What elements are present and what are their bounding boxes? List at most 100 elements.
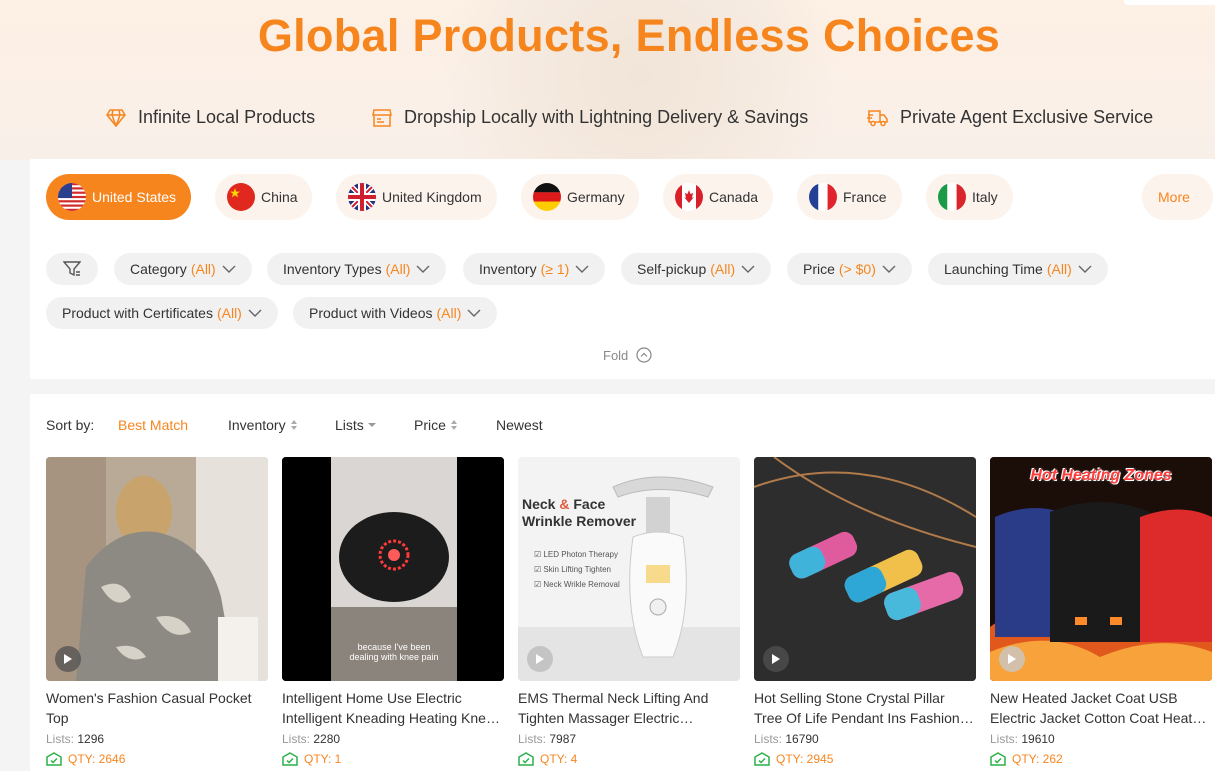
filter-category[interactable]: Category (All) — [114, 253, 252, 285]
product-image[interactable]: Neck & Face Wrinkle Remover ☑ LED Photon… — [518, 457, 740, 681]
sort-lists[interactable]: Lists — [335, 417, 376, 433]
product-title[interactable]: Women's Fashion Casual Pocket Top — [46, 688, 268, 728]
filter-inventory-types[interactable]: Inventory Types (All) — [267, 253, 447, 285]
product-card[interactable]: because I've been dealing with knee pain… — [282, 457, 504, 766]
filter-label: Product with Certificates — [62, 305, 213, 321]
sort-arrows-icon — [290, 420, 297, 430]
filter-icon — [63, 261, 81, 277]
lists-label: Lists: — [46, 732, 75, 746]
play-icon[interactable] — [763, 646, 789, 672]
filter-videos[interactable]: Product with Videos (All) — [293, 297, 498, 329]
corner-box — [1124, 0, 1215, 5]
feature-label: Dropship Locally with Lightning Delivery… — [404, 107, 809, 127]
country-tab-united-states[interactable]: United States — [46, 174, 191, 220]
filter-label: Self-pickup — [637, 261, 707, 277]
filter-launching-time[interactable]: Launching Time (All) — [928, 253, 1108, 285]
product-title[interactable]: EMS Thermal Neck Lifting And Tighten Mas… — [518, 688, 740, 728]
product-qty: QTY: 262 — [990, 752, 1212, 766]
warehouse-check-icon — [518, 752, 534, 766]
bullet-item: ☑ Neck Wrikle Removal — [534, 580, 620, 589]
filter-label: Inventory Types — [283, 261, 382, 277]
fold-label: Fold — [603, 347, 629, 363]
sort-price[interactable]: Price — [414, 417, 458, 433]
image-headline: Neck & Face Wrinkle Remover — [522, 496, 636, 530]
fold-button[interactable]: Fold — [603, 347, 652, 363]
chevron-up-circle-icon — [636, 347, 652, 363]
qty-text: QTY: 262 — [1012, 752, 1063, 766]
sort-newest[interactable]: Newest — [496, 417, 543, 433]
chevron-down-icon — [222, 265, 236, 273]
filter-self-pickup[interactable]: Self-pickup (All) — [621, 253, 772, 285]
country-tab-france[interactable]: France — [797, 174, 902, 220]
warehouse-check-icon — [990, 752, 1006, 766]
chevron-down-icon — [467, 309, 481, 317]
canada-flag-icon — [675, 183, 703, 211]
product-title[interactable]: Hot Selling Stone Crystal Pillar Tree Of… — [754, 688, 976, 728]
product-image[interactable]: Hot Heating Zones — [990, 457, 1212, 681]
country-label: United Kingdom — [382, 189, 482, 205]
chevron-down-icon — [1078, 265, 1092, 273]
filter-label: Inventory — [479, 261, 537, 277]
bullet-text: Neck Wrikle Removal — [543, 580, 620, 589]
filter-toggle-button[interactable] — [46, 253, 98, 285]
lists-count: 2280 — [313, 732, 341, 746]
filter-price[interactable]: Price (> $0) — [787, 253, 912, 285]
image-banner: Hot Heating Zones — [1030, 467, 1172, 484]
filter-inventory[interactable]: Inventory (≥ 1) — [463, 253, 606, 285]
bullet-item: ☑ Skin Lifting Tighten — [534, 565, 612, 574]
headline-line: Wrinkle Remover — [522, 513, 637, 529]
more-label: More — [1158, 189, 1190, 205]
filter-certificates[interactable]: Product with Certificates (All) — [46, 297, 278, 329]
chevron-down-icon — [416, 265, 430, 273]
product-card[interactable]: Women's Fashion Casual Pocket Top Lists:… — [46, 457, 268, 766]
country-tab-china[interactable]: China — [215, 174, 312, 220]
filter-label: Launching Time — [944, 261, 1043, 277]
caret-down-icon — [367, 423, 376, 427]
chevron-down-icon — [882, 265, 896, 273]
feature-dropship: Dropship Locally with Lightning Delivery… — [372, 107, 808, 128]
sort-inventory[interactable]: Inventory — [228, 417, 298, 433]
video-caption: because I've been dealing with knee pain — [349, 642, 439, 662]
play-icon[interactable] — [55, 646, 81, 672]
filter-label: Category — [130, 261, 187, 277]
filter-value: (All) — [436, 305, 462, 321]
product-image[interactable]: because I've been dealing with knee pain — [282, 457, 504, 681]
product-card[interactable]: Hot Heating Zones New Heated Jacket Coat… — [990, 457, 1212, 766]
country-tab-italy[interactable]: Italy — [926, 174, 1013, 220]
feature-local-products: Infinite Local Products — [106, 107, 315, 128]
play-icon[interactable] — [527, 646, 553, 672]
product-card[interactable]: Neck & Face Wrinkle Remover ☑ LED Photon… — [518, 457, 740, 766]
country-label: Italy — [972, 189, 998, 205]
country-tab-germany[interactable]: Germany — [521, 174, 639, 220]
filter-panel: United States China United Kingdom Germa… — [30, 159, 1215, 379]
product-lists: Lists: 7987 — [518, 732, 740, 746]
feature-label: Private Agent Exclusive Service — [900, 107, 1154, 127]
filter-value: (All) — [385, 261, 411, 277]
play-icon[interactable] — [999, 646, 1025, 672]
filter-value: (> $0) — [838, 261, 876, 277]
product-qty: QTY: 2646 — [46, 752, 268, 766]
feature-label: Infinite Local Products — [138, 107, 316, 127]
country-tab-canada[interactable]: Canada — [663, 174, 773, 220]
country-tab-united-kingdom[interactable]: United Kingdom — [336, 174, 497, 220]
product-lists: Lists: 16790 — [754, 732, 976, 746]
sort-best-match[interactable]: Best Match — [118, 417, 188, 433]
product-image[interactable] — [46, 457, 268, 681]
product-image[interactable] — [754, 457, 976, 681]
product-title[interactable]: Intelligent Home Use Electric Intelligen… — [282, 688, 504, 728]
chevron-down-icon — [575, 265, 589, 273]
product-list-panel: Sort by: Best Match Inventory Lists Pric… — [30, 394, 1215, 771]
product-card[interactable]: Hot Selling Stone Crystal Pillar Tree Of… — [754, 457, 976, 766]
filter-label: Product with Videos — [309, 305, 433, 321]
feature-private-agent: Private Agent Exclusive Service — [866, 107, 1153, 128]
product-title[interactable]: New Heated Jacket Coat USB Electric Jack… — [990, 688, 1212, 728]
warehouse-check-icon — [282, 752, 298, 766]
qty-text: QTY: 2646 — [68, 752, 126, 766]
hero-banner: Global Products, Endless Choices Infinit… — [0, 0, 1215, 160]
product-lists: Lists: 1296 — [46, 732, 268, 746]
lists-count: 16790 — [785, 732, 819, 746]
sort-option-label: Lists — [335, 417, 364, 433]
chevron-down-icon — [248, 309, 262, 317]
bullet-text: Skin Lifting Tighten — [543, 565, 612, 574]
more-countries-button[interactable]: More — [1142, 174, 1213, 220]
